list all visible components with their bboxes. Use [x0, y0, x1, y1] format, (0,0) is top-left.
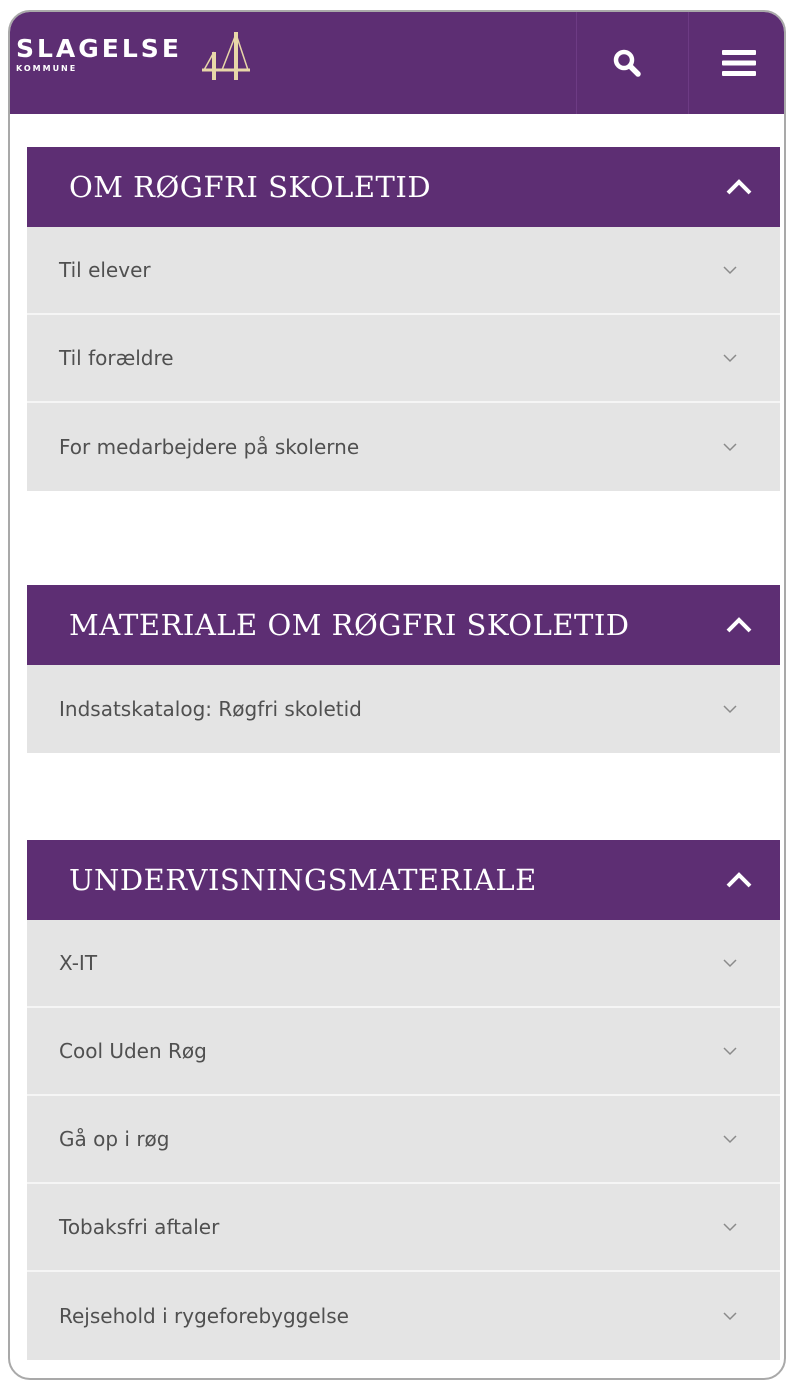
chevron-down-icon	[723, 1135, 737, 1144]
section-undervisningsmateriale: UNDERVISNINGSMATERIALE X-IT Cool Uden Rø…	[27, 840, 780, 1360]
chevron-down-icon	[723, 266, 737, 275]
list-item[interactable]: For medarbejdere på skolerne	[27, 403, 780, 491]
list-item[interactable]: X-IT	[27, 920, 780, 1008]
list-item-label: Tobaksfri aftaler	[59, 1215, 220, 1239]
list-item[interactable]: Indsatskatalog: Røgfri skoletid	[27, 665, 780, 753]
section-materiale-om-roegfri-skoletid: MATERIALE OM RØGFRI SKOLETID Indsatskata…	[27, 585, 780, 753]
list-item[interactable]: Tobaksfri aftaler	[27, 1184, 780, 1272]
list-item[interactable]: Til forældre	[27, 315, 780, 403]
list-item[interactable]: Rejsehold i rygeforebyggelse	[27, 1272, 780, 1360]
logo-text: SLAGELSE	[16, 34, 182, 63]
section-header[interactable]: OM RØGFRI SKOLETID	[27, 147, 780, 227]
list-item-label: X-IT	[59, 951, 98, 975]
list-item-label: Til forældre	[59, 346, 174, 370]
section-om-roegfri-skoletid: OM RØGFRI SKOLETID Til elever Til foræld…	[27, 147, 780, 491]
list-item[interactable]: Gå op i røg	[27, 1096, 780, 1184]
section-title: OM RØGFRI SKOLETID	[69, 170, 432, 204]
logo[interactable]: SLAGELSE KOMMUNE	[16, 36, 182, 74]
section-header[interactable]: MATERIALE OM RØGFRI SKOLETID	[27, 585, 780, 665]
chevron-down-icon	[723, 1223, 737, 1232]
menu-button[interactable]	[688, 12, 784, 114]
search-icon	[613, 49, 641, 77]
list-item-label: For medarbejdere på skolerne	[59, 435, 360, 459]
section-title: MATERIALE OM RØGFRI SKOLETID	[69, 608, 630, 642]
list-item-label: Rejsehold i rygeforebyggelse	[59, 1304, 349, 1328]
list-item[interactable]: Til elever	[27, 227, 780, 315]
phone-frame: SLAGELSE KOMMUNE OM RØGFRI SKOLETID Til …	[8, 10, 786, 1380]
chevron-down-icon	[723, 705, 737, 714]
hamburger-menu-icon	[721, 50, 756, 76]
top-bar: SLAGELSE KOMMUNE	[10, 12, 784, 114]
list-item[interactable]: Cool Uden Røg	[27, 1008, 780, 1096]
chevron-down-icon	[723, 959, 737, 968]
list-item-label: Indsatskatalog: Røgfri skoletid	[59, 697, 362, 721]
search-button[interactable]	[576, 12, 676, 114]
list-item-label: Cool Uden Røg	[59, 1039, 207, 1063]
chevron-up-icon	[726, 872, 752, 888]
bridge-logo-icon	[202, 32, 250, 80]
chevron-up-icon	[726, 617, 752, 633]
list-item-label: Til elever	[59, 258, 151, 282]
section-header[interactable]: UNDERVISNINGSMATERIALE	[27, 840, 780, 920]
section-title: UNDERVISNINGSMATERIALE	[69, 863, 537, 897]
chevron-down-icon	[723, 1047, 737, 1056]
chevron-down-icon	[723, 443, 737, 452]
chevron-down-icon	[723, 1312, 737, 1321]
logo-subtext: KOMMUNE	[16, 64, 78, 73]
list-item-label: Gå op i røg	[59, 1127, 170, 1151]
chevron-up-icon	[726, 179, 752, 195]
chevron-down-icon	[723, 354, 737, 363]
